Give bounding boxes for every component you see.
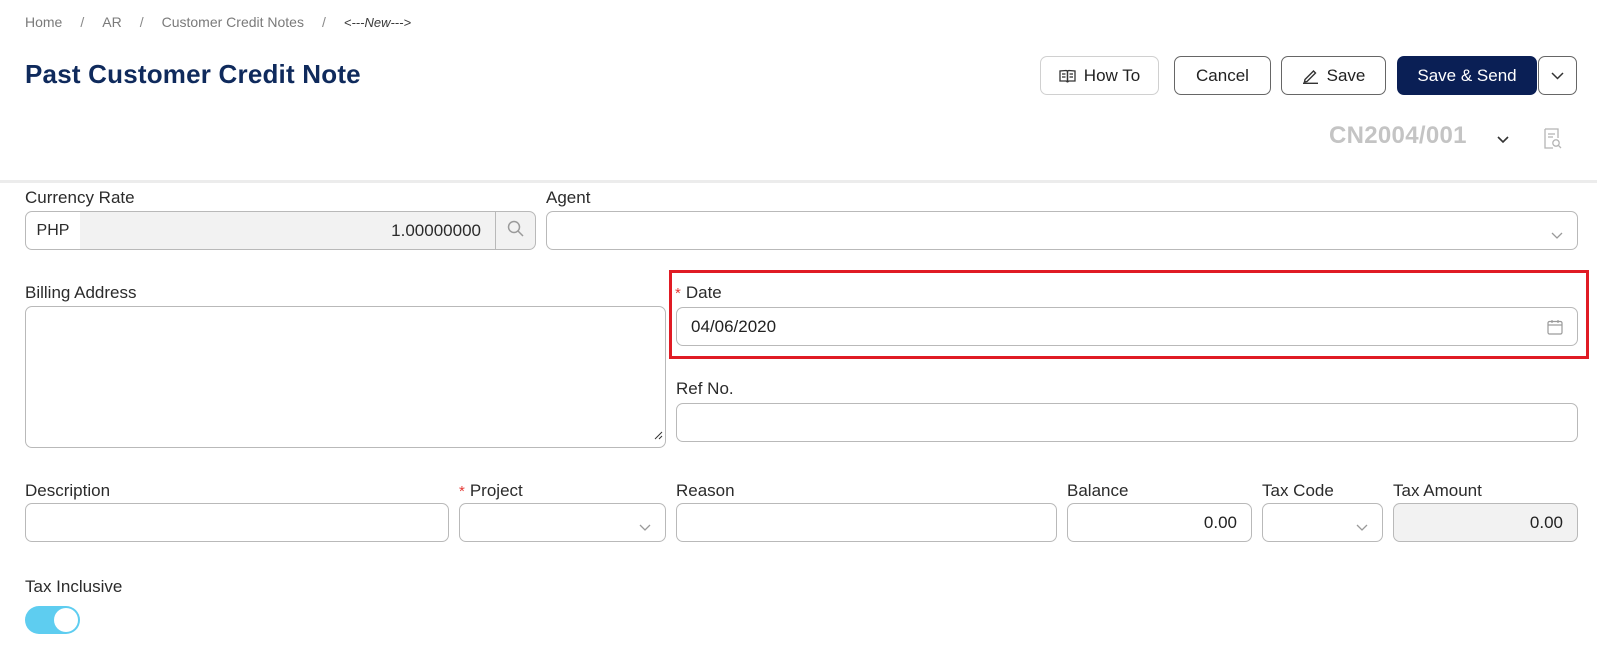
- toggle-knob: [54, 608, 78, 632]
- chevron-down-icon: [1356, 517, 1368, 537]
- chevron-down-icon: [1551, 71, 1564, 80]
- breadcrumb-separator: /: [321, 14, 326, 30]
- tax-code-select[interactable]: [1262, 503, 1383, 542]
- balance-value: 0.00: [1203, 512, 1237, 532]
- breadcrumb-ar[interactable]: AR: [102, 14, 121, 30]
- chevron-down-icon: [1551, 225, 1563, 245]
- ref-no-label: Ref No.: [676, 379, 734, 398]
- billing-address-textarea[interactable]: [25, 306, 666, 448]
- tax-amount-input: 0.00: [1393, 503, 1578, 542]
- currency-rate-input[interactable]: 1.00000000: [80, 211, 496, 250]
- date-label-text: Date: [685, 283, 722, 302]
- document-preview-icon[interactable]: [1543, 128, 1562, 154]
- billing-address-label: Billing Address: [25, 283, 137, 302]
- tax-amount-value: 0.00: [1529, 512, 1563, 532]
- balance-input[interactable]: 0.00: [1067, 503, 1252, 542]
- how-to-button[interactable]: How To: [1040, 56, 1159, 95]
- agent-select[interactable]: [546, 211, 1578, 250]
- breadcrumb-separator: /: [80, 14, 85, 30]
- date-value: 04/06/2020: [691, 316, 777, 336]
- more-actions-button[interactable]: [1538, 56, 1577, 95]
- search-icon: [507, 220, 524, 242]
- currency-search-button[interactable]: [495, 211, 536, 250]
- required-marker: *: [459, 483, 465, 500]
- breadcrumb-current: <---New--->: [343, 14, 412, 30]
- how-to-label: How To: [1083, 65, 1141, 85]
- cancel-button[interactable]: Cancel: [1174, 56, 1271, 95]
- date-input[interactable]: 04/06/2020: [676, 307, 1578, 346]
- breadcrumb-home[interactable]: Home: [25, 14, 62, 30]
- save-and-send-label: Save & Send: [1417, 65, 1517, 85]
- breadcrumb-customer-credit-notes[interactable]: Customer Credit Notes: [162, 14, 304, 30]
- breadcrumb: Home / AR / Customer Credit Notes / <---…: [25, 14, 411, 30]
- reason-input[interactable]: [676, 503, 1057, 542]
- description-input[interactable]: [25, 503, 449, 542]
- tax-amount-label: Tax Amount: [1393, 481, 1482, 500]
- save-and-send-button[interactable]: Save & Send: [1397, 56, 1537, 95]
- tax-inclusive-label: Tax Inclusive: [25, 577, 123, 596]
- header-divider: [0, 180, 1597, 183]
- project-label-text: Project: [469, 481, 523, 500]
- required-marker: *: [675, 285, 681, 302]
- currency-rate-label: Currency Rate: [25, 188, 135, 207]
- project-label: * Project: [459, 481, 523, 501]
- cancel-label: Cancel: [1196, 65, 1249, 85]
- calendar-icon[interactable]: [1547, 319, 1563, 340]
- save-button[interactable]: Save: [1281, 56, 1386, 95]
- ref-no-input[interactable]: [676, 403, 1578, 442]
- balance-label: Balance: [1067, 481, 1129, 500]
- description-label: Description: [25, 481, 111, 500]
- save-label: Save: [1326, 65, 1366, 85]
- chevron-down-icon: [639, 517, 651, 537]
- chevron-down-icon[interactable]: [1497, 131, 1509, 149]
- resize-grip-icon[interactable]: [654, 427, 663, 445]
- breadcrumb-separator: /: [139, 14, 144, 30]
- tax-code-label: Tax Code: [1262, 481, 1334, 500]
- tax-inclusive-toggle[interactable]: [25, 606, 80, 634]
- currency-code: PHP: [25, 211, 81, 250]
- reason-label: Reason: [676, 481, 735, 500]
- pencil-icon: [1302, 68, 1319, 84]
- date-label: * Date: [675, 283, 722, 303]
- agent-label: Agent: [546, 188, 591, 207]
- book-icon: [1059, 69, 1076, 83]
- document-number: CN2004/001: [1329, 122, 1467, 149]
- page-title: Past Customer Credit Note: [25, 59, 361, 89]
- project-select[interactable]: [459, 503, 666, 542]
